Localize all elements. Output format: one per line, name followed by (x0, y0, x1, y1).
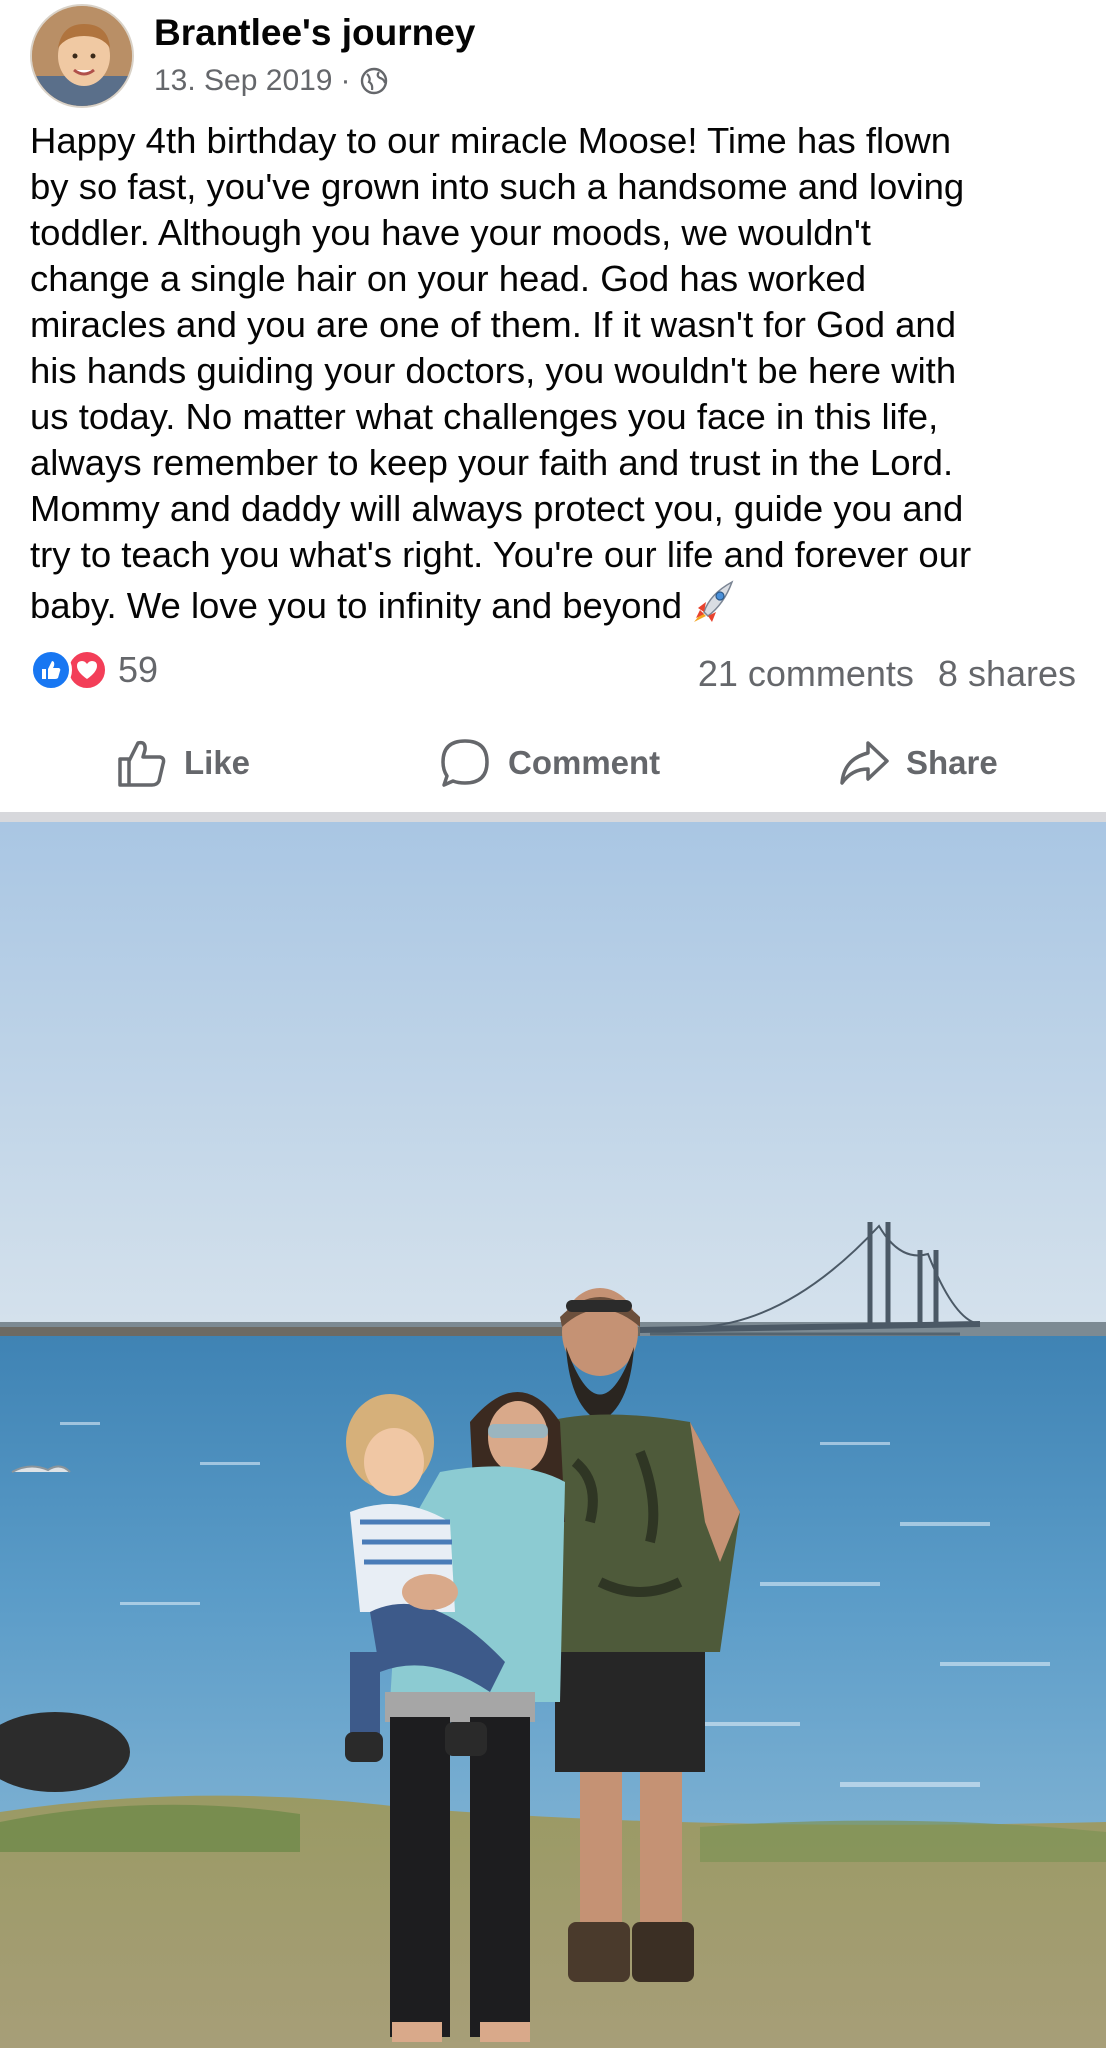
post-text-line: try to teach you what's right. You're ou… (30, 534, 972, 575)
stats-right: 21 comments 8 shares (698, 653, 1076, 695)
post-text-line: by so fast, you've grown into such a han… (30, 166, 965, 207)
post-text-line: Happy 4th birthday to our miracle Moose!… (30, 120, 952, 161)
author-name[interactable]: Brantlee's journey (154, 12, 475, 54)
love-reaction-icon (66, 649, 108, 691)
thumbs-up-icon (118, 740, 166, 787)
share-arrow-icon (840, 741, 889, 785)
family-photo (0, 822, 1106, 2048)
post-date[interactable]: 13. Sep 2019 (154, 64, 333, 98)
like-button[interactable]: Like (116, 720, 250, 806)
post-text-line: Mommy and daddy will always protect you,… (30, 488, 964, 529)
action-bar: Like Comment Share (0, 720, 1106, 806)
comments-count[interactable]: 21 comments (698, 653, 914, 695)
post-text-line: us today. No matter what challenges you … (30, 396, 939, 437)
post-text-line: baby. We love you to infinity and beyond (30, 585, 683, 626)
meta-separator: · (340, 64, 351, 97)
rocket-icon (694, 580, 734, 622)
avatar[interactable] (30, 4, 134, 108)
share-label: Share (906, 744, 998, 781)
comment-button[interactable]: Comment (438, 720, 660, 806)
post-text-line: change a single hair on your head. God h… (30, 258, 866, 299)
post-meta: 13. Sep 2019 · (154, 64, 389, 98)
post-text-line: always remember to keep your faith and t… (30, 442, 954, 483)
post-text-last-line: baby. We love you to infinity and beyond (30, 578, 1080, 629)
post-divider (0, 812, 1106, 822)
post-photo[interactable] (0, 822, 1106, 2048)
globe-icon (360, 67, 387, 95)
post-text: Happy 4th birthday to our miracle Moose!… (30, 118, 1080, 629)
comment-label: Comment (508, 744, 661, 781)
share-button[interactable]: Share (838, 720, 998, 806)
post-text-line: toddler. Although you have your moods, w… (30, 212, 871, 253)
reaction-count: 59 (118, 649, 159, 690)
avatar-photo (32, 6, 132, 106)
shares-count[interactable]: 8 shares (938, 653, 1076, 695)
post-text-line: his hands guiding your doctors, you woul… (30, 350, 957, 391)
post-stats: 59 21 comments 8 shares (30, 645, 1076, 695)
comment-bubble-icon (441, 739, 489, 787)
reaction-summary[interactable]: 59 (30, 649, 158, 691)
post-header: Brantlee's journey 13. Sep 2019 · (30, 4, 1080, 108)
like-label: Like (184, 744, 251, 781)
post-text-line: miracles and you are one of them. If it … (30, 304, 957, 345)
like-reaction-icon (30, 649, 72, 691)
